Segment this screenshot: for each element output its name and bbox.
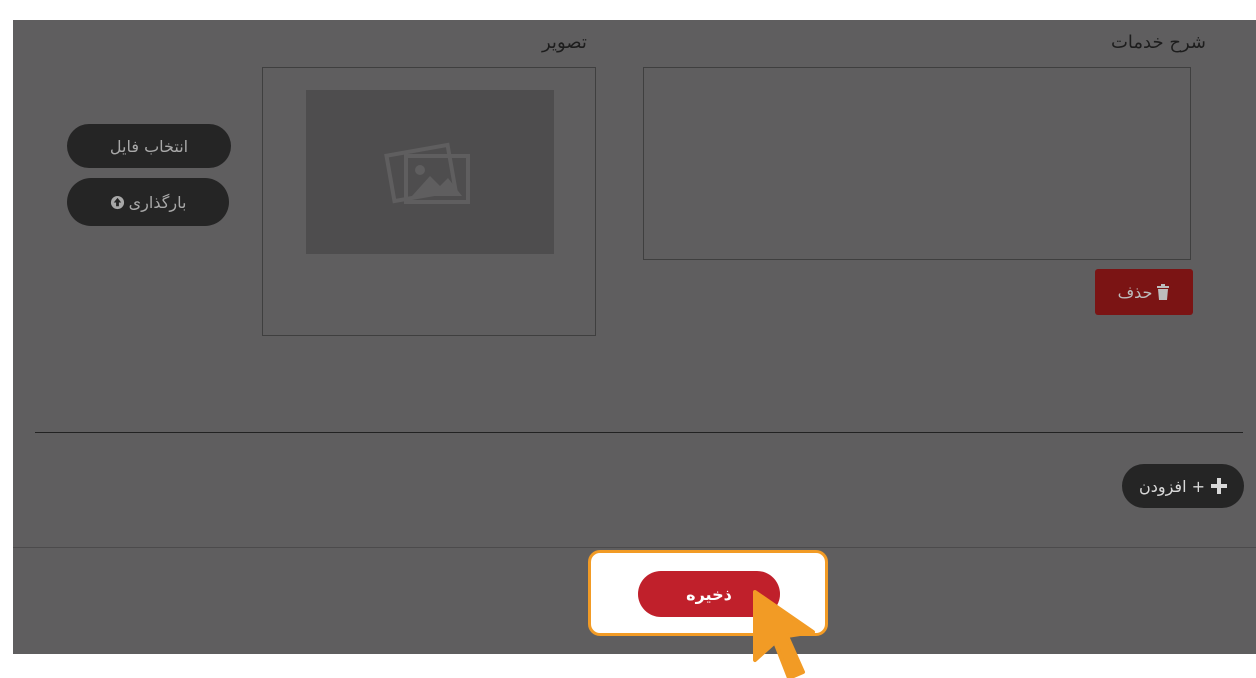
services-textarea[interactable]	[643, 67, 1191, 260]
delete-label: حذف	[1117, 282, 1153, 302]
services-title: شرح خدمات	[1110, 32, 1206, 53]
delete-button[interactable]: حذف	[1095, 269, 1193, 315]
add-label: + افزودن	[1139, 476, 1206, 496]
image-icon	[384, 142, 470, 204]
footer-separator	[13, 547, 1256, 548]
image-title: تصویر	[542, 32, 587, 53]
image-placeholder	[306, 90, 554, 254]
upload-circle-icon	[110, 195, 124, 209]
form-panel: شرح خدمات حذف تصویر انتخاب فایل بارگذاری	[13, 20, 1256, 678]
choose-file-button[interactable]: انتخاب فایل	[67, 124, 231, 168]
add-button[interactable]: + افزودن	[1122, 464, 1244, 508]
upload-label: بارگذاری	[128, 192, 187, 212]
hand-cursor-icon	[753, 590, 815, 678]
upload-button[interactable]: بارگذاری	[67, 178, 229, 226]
section-divider	[35, 432, 1243, 433]
trash-icon	[1157, 284, 1170, 300]
plus-icon	[1211, 478, 1228, 494]
